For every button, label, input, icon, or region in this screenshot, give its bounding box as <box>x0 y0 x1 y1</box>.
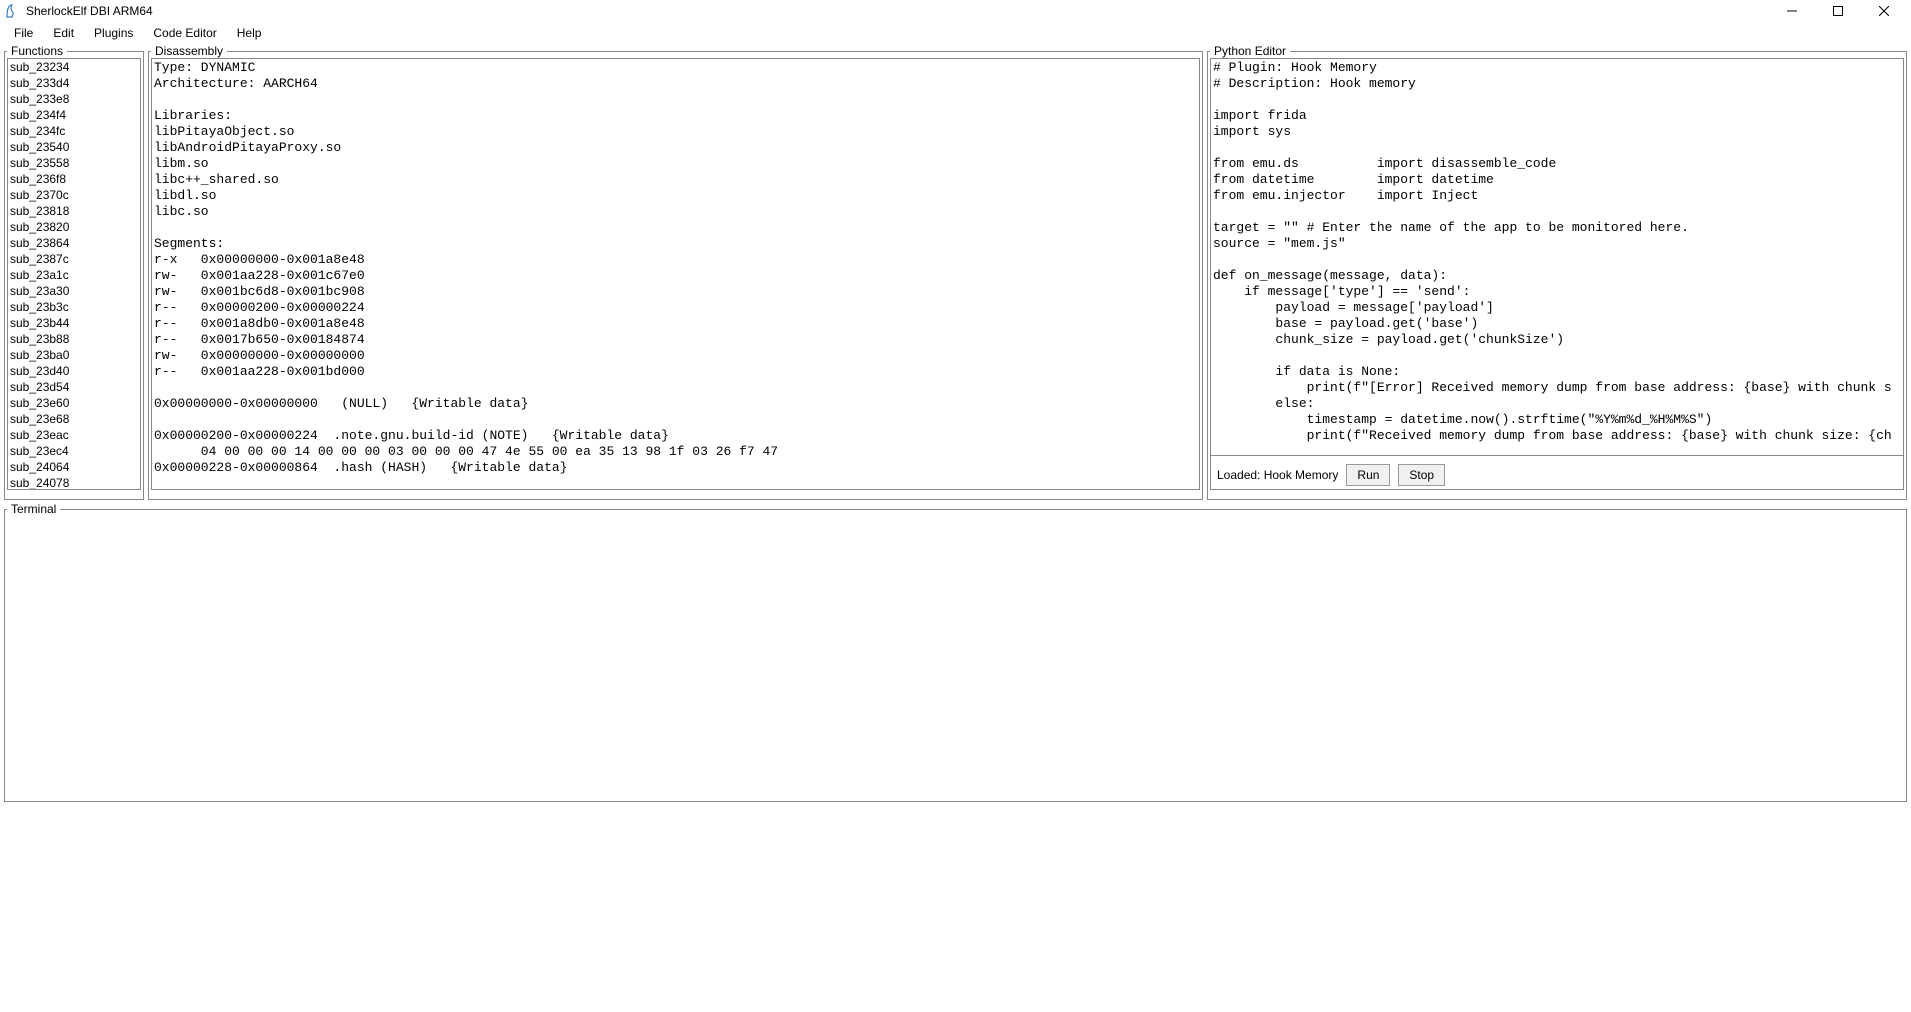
bottom-scrollbar[interactable] <box>4 804 1907 821</box>
function-item[interactable]: sub_23a30 <box>8 283 140 299</box>
functions-panel: Functions sub_23234sub_233d4sub_233e8sub… <box>4 44 144 500</box>
menubar: File Edit Plugins Code Editor Help <box>0 22 1911 44</box>
python-editor-code[interactable]: # Plugin: Hook Memory # Description: Hoo… <box>1210 58 1904 456</box>
function-item[interactable]: sub_23820 <box>8 219 140 235</box>
terminal-text[interactable] <box>5 516 1906 791</box>
menu-help[interactable]: Help <box>227 24 272 42</box>
function-item[interactable]: sub_23a1c <box>8 267 140 283</box>
menu-file[interactable]: File <box>4 24 43 42</box>
function-item[interactable]: sub_234fc <box>8 123 140 139</box>
minimize-button[interactable] <box>1769 0 1815 22</box>
function-item[interactable]: sub_23234 <box>8 59 140 75</box>
function-item[interactable]: sub_23558 <box>8 155 140 171</box>
function-item[interactable]: sub_23864 <box>8 235 140 251</box>
function-item[interactable]: sub_23ec4 <box>8 443 140 459</box>
function-item[interactable]: sub_233d4 <box>8 75 140 91</box>
window-title: SherlockElf DBI ARM64 <box>26 4 1769 18</box>
function-item[interactable]: sub_23d40 <box>8 363 140 379</box>
menu-code-editor[interactable]: Code Editor <box>143 24 226 42</box>
disassembly-text[interactable]: Type: DYNAMIC Architecture: AARCH64 Libr… <box>151 58 1200 490</box>
close-button[interactable] <box>1861 0 1907 22</box>
workspace: Functions sub_23234sub_233d4sub_233e8sub… <box>0 44 1911 500</box>
function-item[interactable]: sub_23e60 <box>8 395 140 411</box>
function-item[interactable]: sub_24078 <box>8 475 140 490</box>
python-editor-panel: Python Editor # Plugin: Hook Memory # De… <box>1207 44 1907 500</box>
stop-button[interactable]: Stop <box>1398 464 1445 486</box>
menu-edit[interactable]: Edit <box>43 24 84 42</box>
function-item[interactable]: sub_23ba0 <box>8 347 140 363</box>
function-item[interactable]: sub_233e8 <box>8 91 140 107</box>
editor-status: Loaded: Hook Memory <box>1213 468 1338 482</box>
functions-title: Functions <box>7 44 67 58</box>
function-item[interactable]: sub_23b44 <box>8 315 140 331</box>
function-item[interactable]: sub_23e68 <box>8 411 140 427</box>
editor-toolbar: Loaded: Hook Memory Run Stop <box>1210 456 1904 490</box>
function-item[interactable]: sub_24064 <box>8 459 140 475</box>
python-editor-title: Python Editor <box>1210 44 1290 58</box>
function-item[interactable]: sub_236f8 <box>8 171 140 187</box>
menu-plugins[interactable]: Plugins <box>84 24 143 42</box>
titlebar: SherlockElf DBI ARM64 <box>0 0 1911 22</box>
function-item[interactable]: sub_2370c <box>8 187 140 203</box>
function-item[interactable]: sub_23eac <box>8 427 140 443</box>
functions-list[interactable]: sub_23234sub_233d4sub_233e8sub_234f4sub_… <box>7 58 141 490</box>
function-item[interactable]: sub_234f4 <box>8 107 140 123</box>
app-icon <box>4 3 20 19</box>
function-item[interactable]: sub_23818 <box>8 203 140 219</box>
function-item[interactable]: sub_23d54 <box>8 379 140 395</box>
function-item[interactable]: sub_23540 <box>8 139 140 155</box>
function-item[interactable]: sub_2387c <box>8 251 140 267</box>
function-item[interactable]: sub_23b88 <box>8 331 140 347</box>
maximize-button[interactable] <box>1815 0 1861 22</box>
function-item[interactable]: sub_23b3c <box>8 299 140 315</box>
terminal-title: Terminal <box>7 502 60 516</box>
disassembly-title: Disassembly <box>151 44 227 58</box>
run-button[interactable]: Run <box>1346 464 1390 486</box>
disassembly-panel: Disassembly Type: DYNAMIC Architecture: … <box>148 44 1203 500</box>
terminal-panel: Terminal <box>4 502 1907 802</box>
